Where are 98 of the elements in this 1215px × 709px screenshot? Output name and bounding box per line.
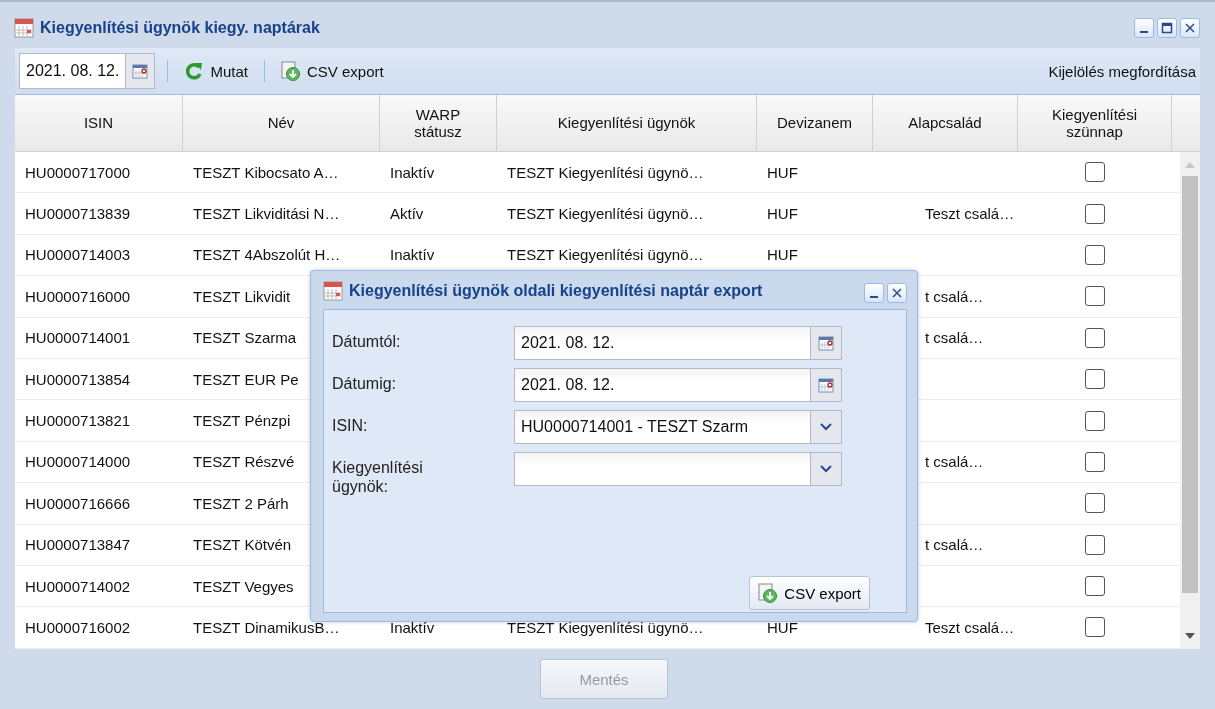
chevron-down-icon (820, 465, 832, 473)
checkbox[interactable] (1085, 451, 1105, 472)
table-cell: HUF (767, 205, 798, 223)
scrollbar[interactable] (1180, 152, 1200, 649)
date-field[interactable]: 2021. 08. 12. (514, 368, 842, 402)
checkbox[interactable] (1085, 286, 1105, 307)
table-cell: Inaktív (390, 619, 435, 636)
table-cell: TESZT Szarma (193, 329, 297, 347)
table-cell: TESZT Kiegyenlítési ügynö… (507, 205, 704, 223)
checkbox[interactable] (1085, 410, 1105, 431)
table-cell: Inaktív (390, 246, 435, 264)
show-button[interactable]: Mutat (180, 59, 252, 83)
column-header[interactable]: Kiegyenlítési ügynök (497, 95, 757, 151)
table-cell: TESZT DinamikusB… (193, 619, 340, 636)
field-label: ISIN: (332, 416, 369, 436)
date-field[interactable]: 2021. 08. 12. (514, 326, 842, 360)
column-header[interactable]: Devizanem (757, 95, 873, 151)
table-cell: HU0000714002 (25, 577, 131, 595)
table-cell: HUF (767, 246, 798, 264)
column-header[interactable]: Kiegyenlítési szünnap (1018, 95, 1172, 151)
table-cell: HU0000716666 (25, 494, 131, 512)
table-cell: Teszt csalá… (925, 619, 1015, 636)
checkbox[interactable] (1085, 493, 1105, 514)
table-cell: HU0000714001 (25, 329, 131, 347)
column-header[interactable]: Alapcsalád (873, 95, 1018, 151)
date-field[interactable]: 2021. 08. 12. (19, 53, 156, 89)
refresh-icon (184, 61, 205, 81)
checkbox[interactable] (1085, 327, 1105, 348)
column-header[interactable]: ISIN (15, 95, 183, 151)
table-cell: HU0000713847 (25, 536, 131, 554)
checkbox[interactable] (1085, 534, 1105, 555)
table-cell: t csalá… (925, 287, 984, 305)
minimize-icon (870, 296, 878, 298)
chevron-down-icon (820, 423, 832, 431)
close-icon (1184, 22, 1196, 34)
table-cell: TESZT Kiegyenlítési ügynö… (507, 619, 704, 636)
maximize-button[interactable] (1157, 18, 1177, 38)
table-cell: TESZT Kibocsato A… (193, 163, 339, 181)
table-cell: TESZT 2 Párh (193, 494, 289, 512)
table-cell: TESZT Kiegyenlítési ügynö… (507, 163, 704, 181)
calendar-icon (132, 63, 149, 79)
csv-export-button[interactable]: CSV export (749, 576, 870, 610)
table-cell: HU0000713839 (25, 205, 131, 223)
table-cell: TESZT Likviditási N… (193, 205, 340, 223)
invert-selection-button[interactable]: Kijelölés megfordítása (1044, 60, 1200, 82)
table-cell: HU0000713821 (25, 412, 131, 430)
table-cell: HU0000714003 (25, 246, 131, 264)
table-cell: HU0000716002 (25, 619, 131, 636)
field-label: Kiegyenlítési ügynök: (332, 458, 424, 497)
maximize-icon (1161, 22, 1173, 34)
checkbox[interactable] (1085, 576, 1105, 597)
calendar-icon (818, 335, 834, 351)
field-label: Dátumtól: (332, 332, 402, 352)
table-cell: Inaktív (390, 163, 435, 181)
table-cell: HU0000714000 (25, 453, 131, 471)
close-button[interactable] (887, 283, 907, 303)
close-button[interactable] (1180, 18, 1200, 38)
window-title: Kiegyenlítési ügynök kiegy. naptárak (40, 19, 320, 37)
table-cell: HUF (767, 163, 798, 181)
calendar-icon (323, 281, 343, 301)
checkbox[interactable] (1085, 244, 1105, 265)
table-cell: Aktív (390, 205, 424, 223)
table-cell: TESZT Kötvén (193, 536, 292, 554)
column-header[interactable]: WARP státusz (380, 95, 497, 151)
table-cell: HU0000716000 (25, 287, 131, 305)
csv-export-button[interactable]: CSV export (276, 59, 388, 83)
table-cell: HUF (767, 619, 798, 636)
document-download-icon (758, 583, 779, 603)
table-cell: TESZT Részvé (193, 453, 295, 471)
table-cell: Teszt csalá… (925, 205, 1015, 223)
table-cell: HU0000717000 (25, 163, 131, 181)
field-label: Dátumig: (332, 374, 398, 394)
column-header[interactable]: Név (183, 95, 380, 151)
dialog-title: Kiegyenlítési ügynök oldali kiegyenlítési naptár export (349, 281, 764, 301)
table-cell: TESZT EUR Pe (193, 370, 299, 388)
table-cell: t csalá… (925, 536, 984, 554)
checkbox[interactable] (1085, 162, 1105, 183)
table-cell: TESZT Pénzpi (193, 412, 291, 430)
table-cell: t csalá… (925, 453, 984, 471)
table-cell: TESZT Vegyes (193, 577, 294, 595)
dropdown-field[interactable]: HU0000714001 - TESZT Szarm (514, 410, 842, 444)
table-cell: t csalá… (925, 329, 984, 347)
table-cell: TESZT Kiegyenlítési ügynö… (507, 246, 704, 264)
minimize-button[interactable] (864, 283, 884, 303)
minimize-button[interactable] (1134, 18, 1154, 38)
checkbox[interactable] (1085, 203, 1105, 224)
document-download-icon (280, 61, 301, 81)
arrow-down-icon[interactable] (1185, 633, 1195, 639)
close-icon (891, 287, 903, 299)
calendar-icon (14, 18, 34, 38)
dropdown-field[interactable] (514, 452, 842, 486)
table-cell: TESZT 4Abszolút H… (193, 246, 341, 264)
table-cell: TESZT Likvidit (193, 287, 291, 305)
minimize-icon (1140, 31, 1148, 33)
table-cell: HU0000713854 (25, 370, 131, 388)
checkbox[interactable] (1085, 369, 1105, 390)
calendar-icon (818, 377, 834, 393)
checkbox[interactable] (1085, 617, 1105, 638)
